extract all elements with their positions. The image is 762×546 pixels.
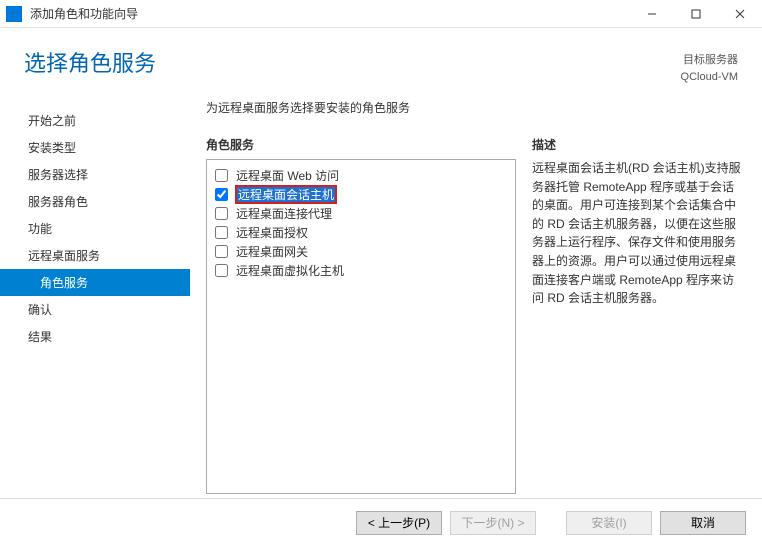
sidebar: 开始之前安装类型服务器选择服务器角色功能远程桌面服务角色服务确认结果 — [0, 95, 190, 525]
role-checkbox[interactable] — [215, 169, 228, 182]
role-item[interactable]: 远程桌面会话主机 — [215, 185, 507, 204]
role-item[interactable]: 远程桌面授权 — [215, 223, 507, 242]
install-button[interactable]: 安装(I) — [566, 511, 652, 535]
sidebar-item[interactable]: 确认 — [0, 296, 190, 323]
role-label: 远程桌面会话主机 — [236, 186, 336, 203]
main-panel: 为远程桌面服务选择要安装的角色服务 角色服务 远程桌面 Web 访问远程桌面会话… — [190, 95, 762, 525]
sidebar-item[interactable]: 服务器选择 — [0, 161, 190, 188]
role-checkbox[interactable] — [215, 207, 228, 220]
target-label: 目标服务器 — [681, 52, 738, 69]
app-icon — [6, 6, 22, 22]
sidebar-item[interactable]: 结果 — [0, 323, 190, 350]
page-heading: 选择角色服务 — [24, 46, 681, 78]
titlebar: 添加角色和功能向导 — [0, 0, 762, 28]
role-item[interactable]: 远程桌面 Web 访问 — [215, 166, 507, 185]
minimize-button[interactable] — [630, 0, 674, 28]
sidebar-item[interactable]: 安装类型 — [0, 134, 190, 161]
sidebar-item[interactable]: 开始之前 — [0, 107, 190, 134]
sidebar-item[interactable]: 远程桌面服务 — [0, 242, 190, 269]
target-value: QCloud-VM — [681, 69, 738, 86]
role-label: 远程桌面虚拟化主机 — [236, 262, 344, 279]
role-item[interactable]: 远程桌面连接代理 — [215, 204, 507, 223]
role-checkbox[interactable] — [215, 264, 228, 277]
header: 选择角色服务 目标服务器 QCloud-VM — [0, 28, 762, 95]
role-label: 远程桌面授权 — [236, 224, 308, 241]
roles-title: 角色服务 — [206, 136, 516, 153]
sidebar-item[interactable]: 角色服务 — [0, 269, 190, 296]
role-label: 远程桌面 Web 访问 — [236, 167, 339, 184]
roles-listbox[interactable]: 远程桌面 Web 访问远程桌面会话主机远程桌面连接代理远程桌面授权远程桌面网关远… — [206, 159, 516, 494]
window-controls — [630, 0, 762, 28]
sidebar-item[interactable]: 服务器角色 — [0, 188, 190, 215]
role-item[interactable]: 远程桌面虚拟化主机 — [215, 261, 507, 280]
sidebar-item[interactable]: 功能 — [0, 215, 190, 242]
footer: < 上一步(P) 下一步(N) > 安装(I) 取消 — [0, 498, 762, 546]
target-info: 目标服务器 QCloud-VM — [681, 46, 738, 85]
role-label: 远程桌面网关 — [236, 243, 308, 260]
role-checkbox[interactable] — [215, 188, 228, 201]
role-checkbox[interactable] — [215, 245, 228, 258]
role-label: 远程桌面连接代理 — [236, 205, 332, 222]
cancel-button[interactable]: 取消 — [660, 511, 746, 535]
description-title: 描述 — [532, 136, 742, 153]
role-checkbox[interactable] — [215, 226, 228, 239]
description-text: 远程桌面会话主机(RD 会话主机)支持服务器托管 RemoteApp 程序或基于… — [532, 159, 742, 308]
maximize-button[interactable] — [674, 0, 718, 28]
window-title: 添加角色和功能向导 — [30, 5, 630, 22]
close-button[interactable] — [718, 0, 762, 28]
prev-button[interactable]: < 上一步(P) — [356, 511, 442, 535]
instruction-text: 为远程桌面服务选择要安装的角色服务 — [206, 99, 762, 116]
next-button[interactable]: 下一步(N) > — [450, 511, 536, 535]
role-item[interactable]: 远程桌面网关 — [215, 242, 507, 261]
